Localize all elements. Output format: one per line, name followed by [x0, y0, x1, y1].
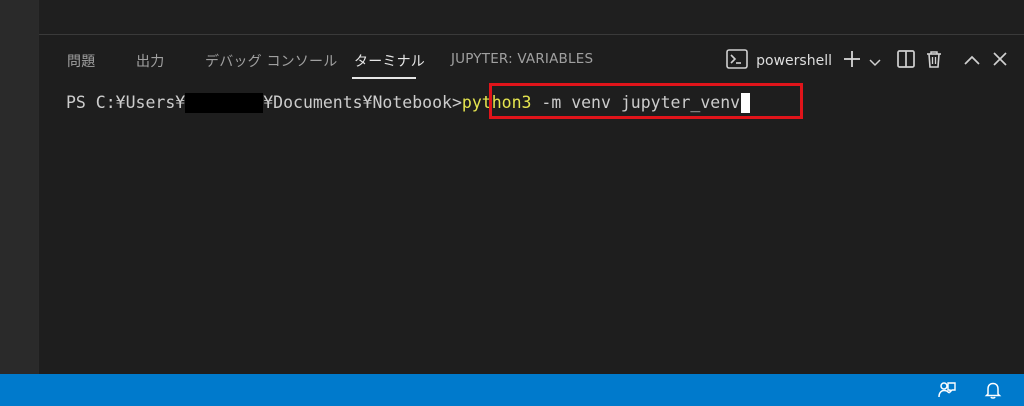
- kill-terminal-button[interactable]: [920, 48, 948, 74]
- activity-bar: [0, 0, 39, 374]
- command-highlight-box: [489, 83, 803, 119]
- tab-problems[interactable]: 問題: [67, 51, 95, 71]
- plus-icon: [842, 49, 862, 73]
- maximize-panel-button[interactable]: [958, 48, 986, 74]
- terminal-profile-button[interactable]: powershell: [726, 48, 832, 74]
- close-panel-button[interactable]: [986, 48, 1014, 74]
- trash-icon: [924, 49, 944, 73]
- tab-jupyter-variables[interactable]: JUPYTER: VARIABLES: [451, 51, 593, 67]
- prompt-prefix: PS C:¥Users¥: [66, 93, 186, 112]
- feedback-icon[interactable]: [937, 380, 957, 400]
- status-bar: [0, 374, 1024, 406]
- tab-debug-console[interactable]: デバッグ コンソール: [205, 51, 337, 71]
- terminal-icon: [726, 49, 748, 73]
- split-editor-icon: [896, 49, 916, 73]
- redacted-username: [185, 93, 264, 113]
- panel-actions: powershell: [726, 47, 1014, 75]
- tab-output[interactable]: 出力: [136, 51, 164, 71]
- split-terminal-button[interactable]: [892, 48, 920, 74]
- active-tab-indicator: [352, 77, 416, 79]
- terminal-profile-name: powershell: [756, 53, 832, 69]
- new-terminal-button[interactable]: [838, 48, 866, 74]
- bell-icon[interactable]: [983, 380, 1003, 400]
- chevron-up-icon: [963, 52, 981, 71]
- close-icon: [992, 51, 1008, 71]
- tab-terminal[interactable]: ターミナル: [354, 51, 425, 71]
- editor-area: [39, 0, 1024, 35]
- prompt-suffix: ¥Documents¥Notebook>: [263, 93, 462, 112]
- chevron-down-icon: [869, 52, 881, 71]
- terminal-dropdown-button[interactable]: [866, 48, 884, 74]
